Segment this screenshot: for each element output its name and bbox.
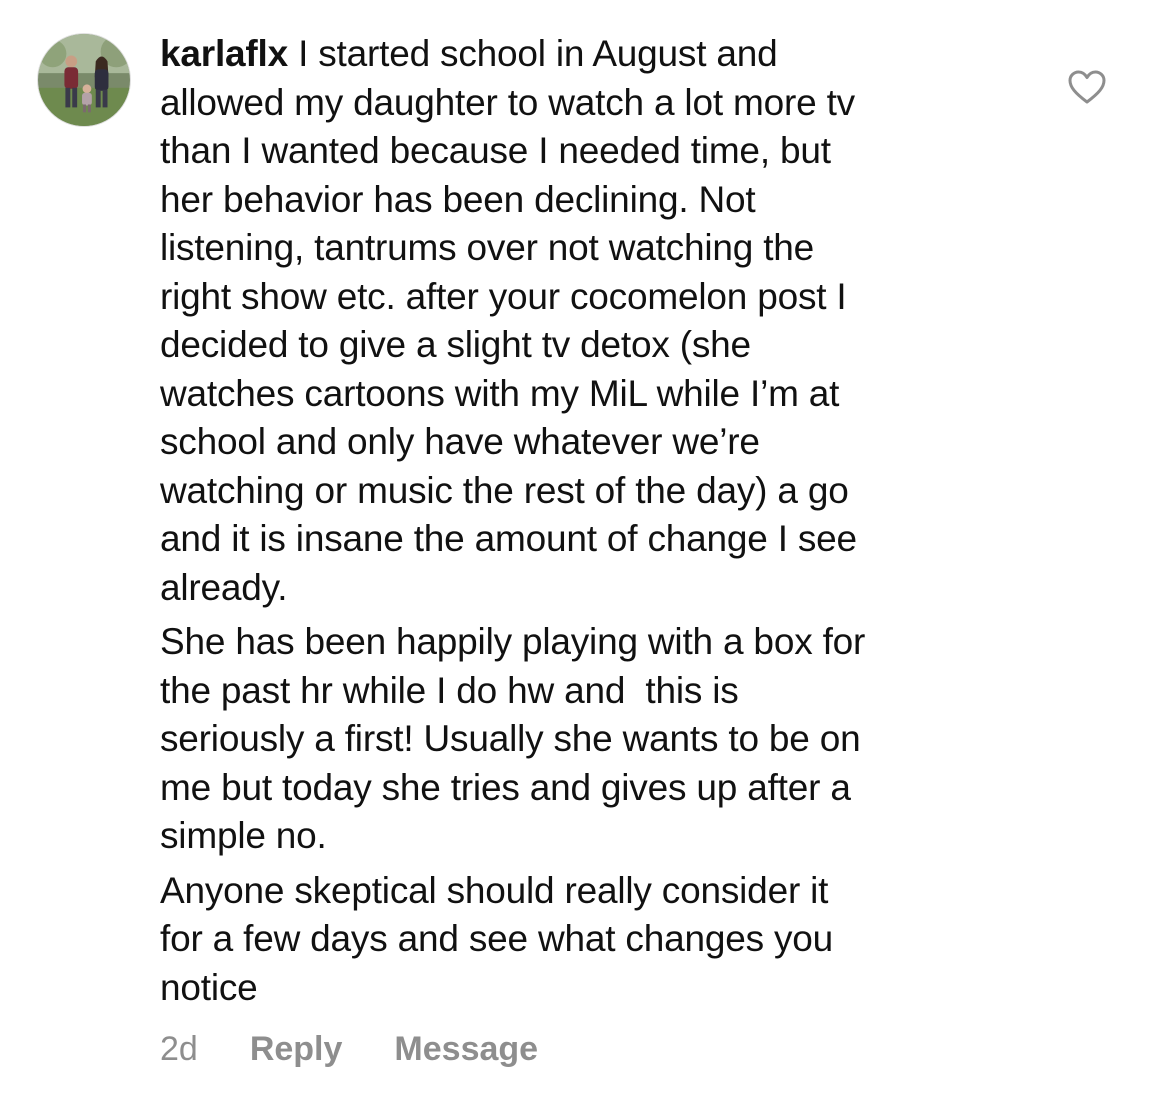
heart-outline-icon [1068,70,1106,104]
comment-line: me but today she tries and gives up afte… [160,766,851,808]
comment-meta-row: 2d Reply Message [160,1024,590,1074]
comment-line: listening, tantrums over not watching th… [160,227,815,268]
comment-line: school and only have whatever we’re [160,421,760,462]
comment-body: karlaflx I started school in August and a… [160,30,1040,1012]
comment-paragraph-3: Anyone skeptical should really consider … [160,867,1040,1013]
comment-item: karlaflx I started school in August and a… [0,0,1170,1111]
comment-line: notice [160,966,258,1008]
comment-line: decided to give a slight tv detox (she [160,324,751,365]
reply-button[interactable]: Reply [250,1030,343,1069]
comment-line: seriously a first! Usually she wants to … [160,718,861,759]
comment-line: than I wanted because I needed time, but [160,130,831,171]
user-avatar[interactable] [37,33,131,127]
comment-line: allowed my daughter to watch a lot more … [160,81,855,123]
comment-paragraph-1: karlaflx I started school in August and a… [160,30,1040,612]
comment-line: I started school in August and [298,33,778,74]
comment-line: She has been happily playing with a box … [160,621,866,662]
comment-line: the past hr while I do hw and this is [160,669,739,711]
comment-line: watching or music the rest of the day) a… [160,469,849,511]
comment-line: watches cartoons with my MiL while I’m a… [160,372,840,414]
comment-line: for a few days and see what changes you [160,918,834,959]
like-heart-icon[interactable] [1067,68,1107,108]
comment-line: her behavior has been declining. Not [160,178,756,220]
comment-line: Anyone skeptical should really consider … [160,869,829,911]
message-button[interactable]: Message [394,1030,538,1069]
avatar-photo [38,34,130,126]
comment-timestamp: 2d [160,1029,198,1068]
comment-line: and it is insane the amount of change I … [160,518,857,559]
comment-paragraph-2: She has been happily playing with a box … [160,618,1040,861]
comment-username[interactable]: karlaflx [160,33,288,74]
comment-line: right show etc. after your cocomelon pos… [160,275,847,317]
comment-line: already. [160,566,288,608]
comment-line: simple no. [160,815,327,856]
